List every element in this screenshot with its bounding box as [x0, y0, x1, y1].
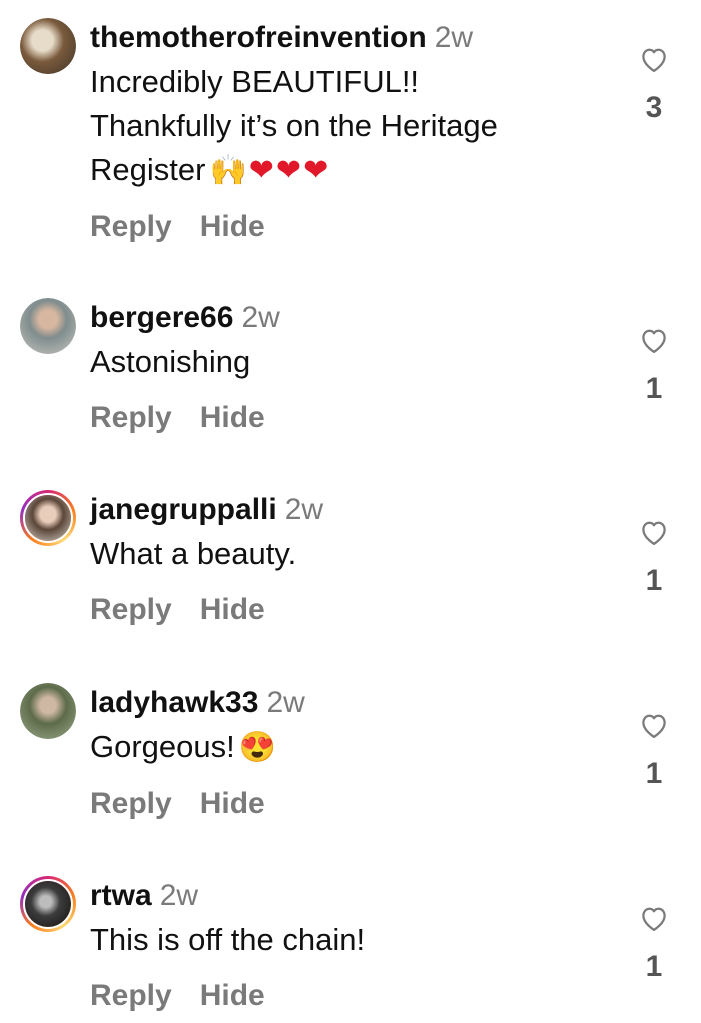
reply-button[interactable]: Reply: [90, 593, 172, 626]
avatar[interactable]: [20, 876, 76, 932]
timestamp: 2w: [434, 21, 474, 54]
comment-line: Thankfully it’s on the Heritage: [90, 108, 498, 143]
like-count: 1: [645, 950, 663, 983]
heart-outline-icon[interactable]: [639, 711, 669, 739]
like-control[interactable]: 3: [632, 45, 676, 123]
comment-actions: Reply Hide: [90, 207, 600, 247]
comment-header: bergere66 2w: [90, 300, 600, 336]
timestamp: 2w: [241, 301, 280, 334]
hide-button[interactable]: Hide: [200, 401, 265, 434]
comment-actions: Reply Hide: [90, 590, 600, 630]
emoji: 🙌❤❤❤: [209, 154, 331, 187]
comment-line: Register: [90, 152, 206, 187]
reply-button[interactable]: Reply: [90, 210, 172, 243]
avatar[interactable]: [20, 683, 76, 739]
username[interactable]: janegruppalli: [90, 493, 277, 526]
reply-button[interactable]: Reply: [90, 401, 172, 434]
heart-outline-icon[interactable]: [639, 45, 669, 73]
comment-line: Incredibly BEAUTIFUL!!: [90, 64, 420, 99]
heart-outline-icon[interactable]: [639, 904, 669, 932]
reply-button[interactable]: Reply: [90, 979, 172, 1012]
username[interactable]: bergere66: [90, 301, 233, 334]
timestamp: 2w: [266, 686, 305, 719]
like-control[interactable]: 1: [632, 711, 676, 789]
emoji: 😍: [238, 731, 279, 764]
like-count: 3: [645, 91, 663, 124]
like-control[interactable]: 1: [632, 326, 676, 404]
hide-button[interactable]: Hide: [200, 210, 265, 243]
comment-text: This is off the chain!: [90, 922, 366, 957]
comment-actions: Reply Hide: [90, 398, 600, 438]
comment-line: Gorgeous!: [90, 729, 235, 764]
username[interactable]: ladyhawk33: [90, 686, 258, 719]
hide-button[interactable]: Hide: [200, 593, 265, 626]
comment-line-with-emoji: Register 🙌❤❤❤: [90, 148, 600, 193]
avatar[interactable]: [20, 298, 76, 354]
comment-text: Incredibly BEAUTIFUL!! Thankfully it’s o…: [90, 60, 600, 193]
comment-text: Astonishing: [90, 344, 251, 379]
username[interactable]: themotherofreinvention: [90, 21, 427, 54]
comment-text: Gorgeous! 😍: [90, 725, 600, 770]
comment-header: janegruppalli 2w: [90, 492, 600, 528]
comment-text: What a beauty.: [90, 536, 297, 571]
like-control[interactable]: 1: [632, 518, 676, 596]
comment-header: rtwa 2w: [90, 878, 600, 914]
comment-header: themotherofreinvention 2w: [90, 20, 600, 56]
avatar[interactable]: [20, 490, 76, 546]
hide-button[interactable]: Hide: [200, 787, 265, 820]
comment-actions: Reply Hide: [90, 976, 600, 1016]
like-control[interactable]: 1: [632, 904, 676, 982]
like-count: 1: [645, 564, 663, 597]
avatar[interactable]: [20, 18, 76, 74]
comment-actions: Reply Hide: [90, 784, 600, 824]
comment-header: ladyhawk33 2w: [90, 685, 600, 721]
reply-button[interactable]: Reply: [90, 787, 172, 820]
like-count: 1: [645, 757, 663, 790]
hide-button[interactable]: Hide: [200, 979, 265, 1012]
timestamp: 2w: [284, 493, 324, 526]
timestamp: 2w: [159, 879, 199, 912]
like-count: 1: [645, 372, 663, 405]
heart-outline-icon[interactable]: [639, 326, 669, 354]
heart-outline-icon[interactable]: [639, 518, 669, 546]
username[interactable]: rtwa: [90, 879, 152, 912]
